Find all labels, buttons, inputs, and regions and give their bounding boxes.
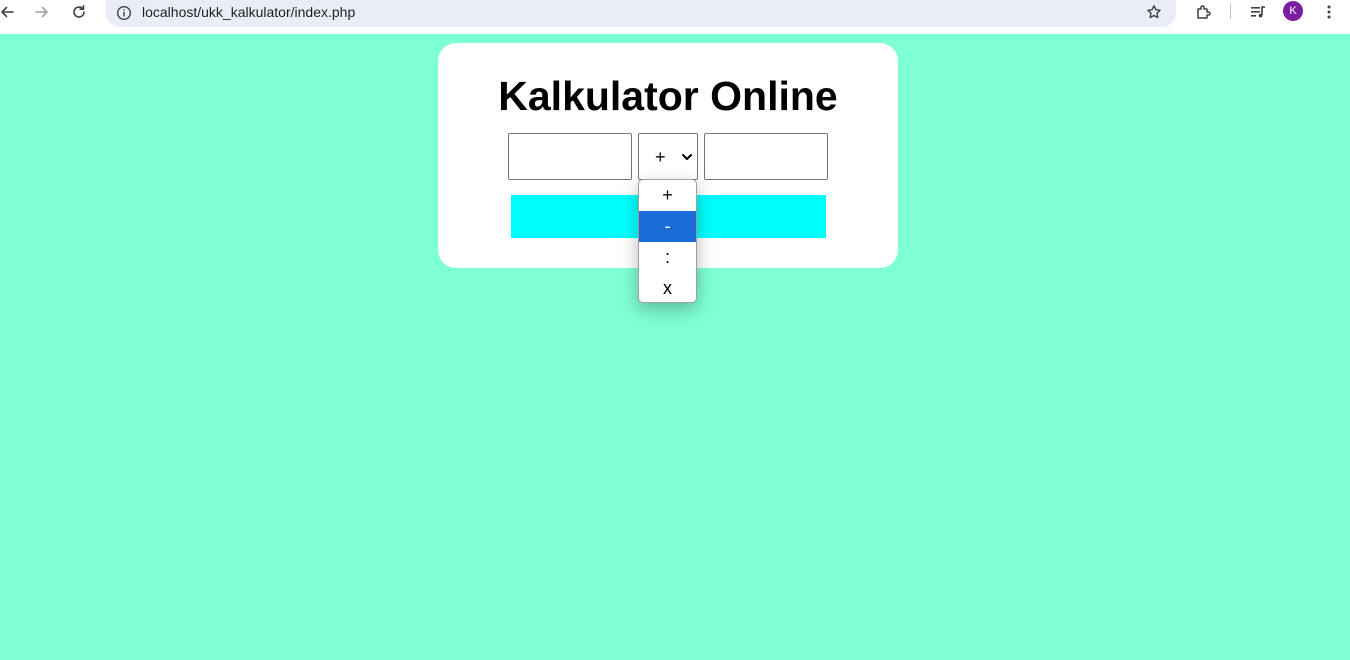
operator-option-plus[interactable]: + — [639, 180, 696, 211]
media-icon[interactable] — [1246, 0, 1270, 24]
operator-dropdown-list: + - : x — [638, 179, 697, 303]
toolbar-divider — [1230, 3, 1231, 19]
page-title: Kalkulator Online — [498, 73, 838, 119]
forward-arrow-icon[interactable] — [30, 0, 54, 24]
browser-toolbar: localhost/ukk_kalkulator/index.php K — [0, 0, 1350, 34]
star-icon[interactable] — [1144, 2, 1164, 22]
reload-icon[interactable] — [67, 0, 91, 24]
back-arrow-icon[interactable] — [0, 0, 19, 24]
chevron-down-icon — [681, 151, 693, 163]
operator-select[interactable]: + — [638, 133, 698, 180]
more-menu-icon[interactable] — [1317, 0, 1341, 24]
first-number-input[interactable] — [508, 133, 632, 180]
info-icon[interactable] — [115, 4, 133, 22]
url-text: localhost/ukk_kalkulator/index.php — [142, 4, 356, 20]
second-number-input[interactable] — [704, 133, 828, 180]
operator-option-multiply[interactable]: x — [639, 273, 696, 302]
operator-option-minus[interactable]: - — [639, 211, 696, 242]
extensions-icon[interactable] — [1192, 0, 1216, 24]
operator-option-divide[interactable]: : — [639, 242, 696, 273]
avatar[interactable]: K — [1283, 1, 1303, 21]
operator-selected-value: + — [655, 147, 666, 167]
address-bar[interactable]: localhost/ukk_kalkulator/index.php — [106, 0, 1176, 27]
